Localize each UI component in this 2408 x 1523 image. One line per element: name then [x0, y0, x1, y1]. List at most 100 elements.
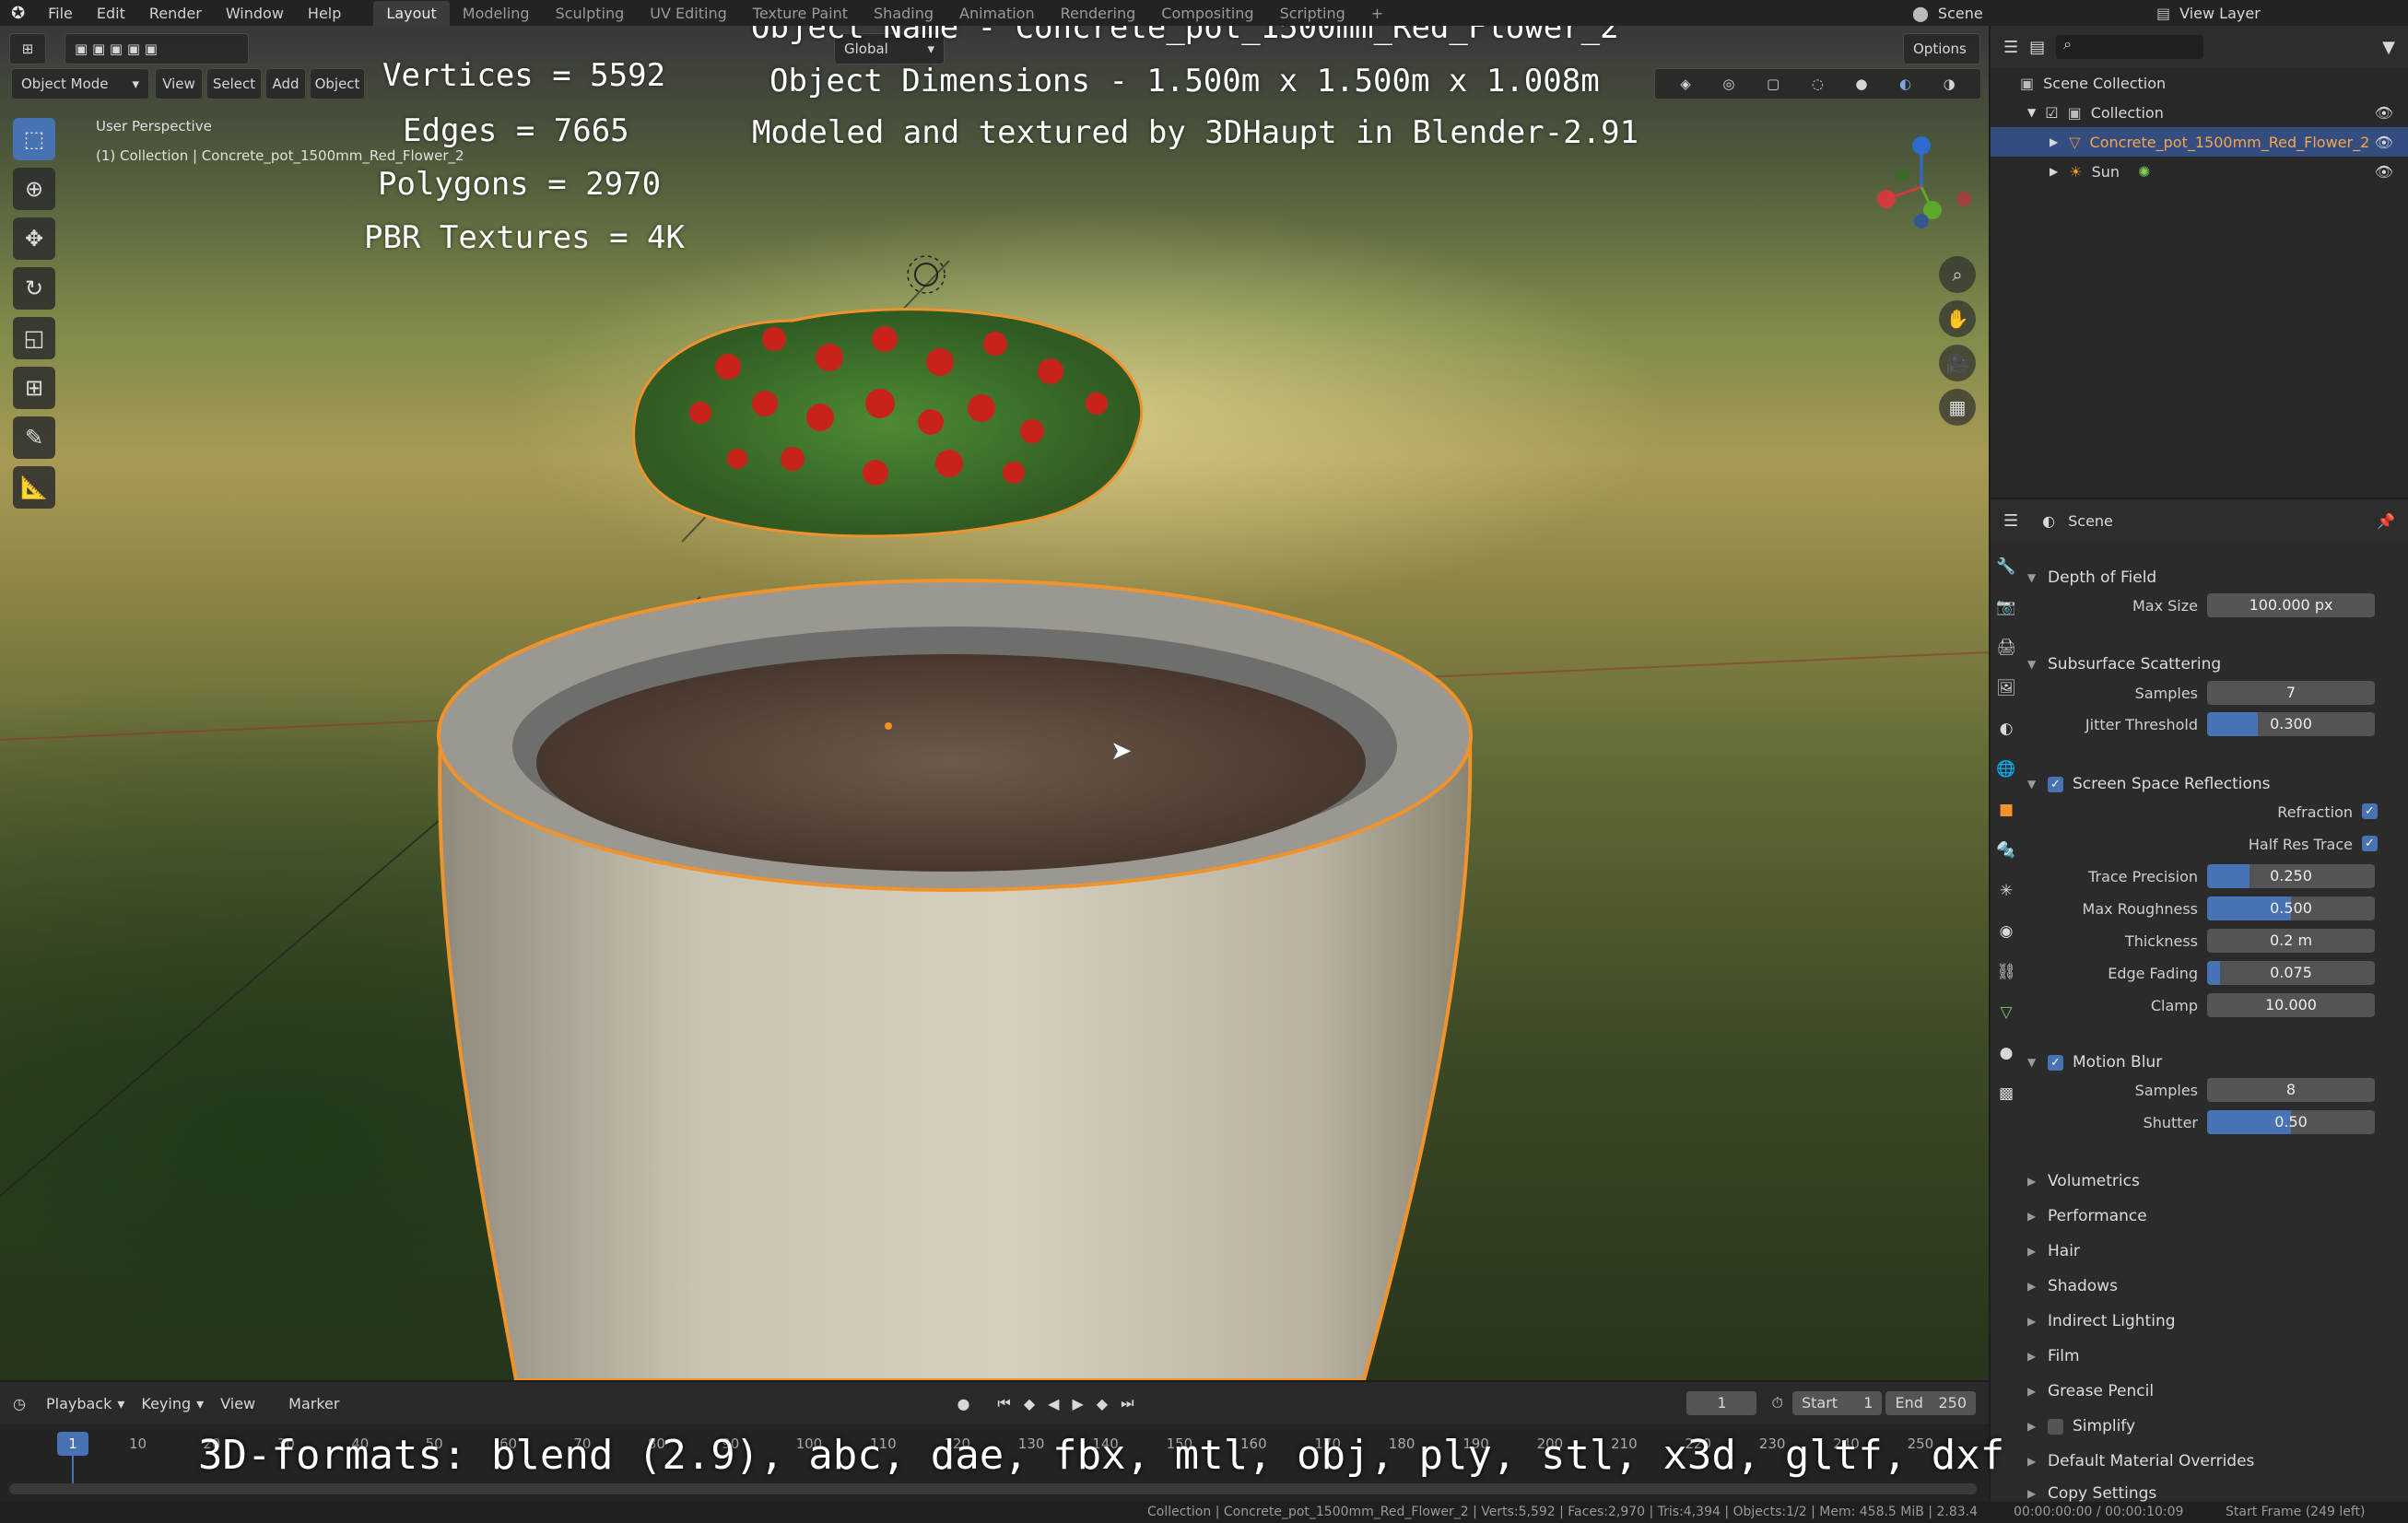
half-res-checkbox[interactable]: ✓: [2362, 836, 2378, 851]
playhead-indicator[interactable]: 1: [57, 1432, 88, 1456]
playback-menu[interactable]: Playback: [46, 1395, 112, 1412]
current-frame-field[interactable]: 1: [1686, 1391, 1757, 1415]
transform-tool-icon[interactable]: ⊞: [13, 367, 55, 409]
max-size-field[interactable]: 100.000 px: [2207, 593, 2375, 617]
mb-samples-field[interactable]: 8: [2207, 1078, 2375, 1102]
object-menu[interactable]: Object: [310, 68, 365, 100]
select-menu[interactable]: Select: [206, 68, 262, 100]
outliner-scene-collection[interactable]: ▣ Scene Collection: [1991, 68, 2408, 98]
zoom-icon[interactable]: ⌕: [1939, 256, 1976, 293]
menu-render[interactable]: Render: [137, 5, 214, 22]
section-shadows[interactable]: ▶ Shadows: [2027, 1271, 2396, 1302]
display-mode-icon[interactable]: ▤: [2029, 38, 2045, 57]
filter-icon[interactable]: ▼: [2382, 38, 2395, 57]
rotate-tool-icon[interactable]: ↻: [13, 267, 55, 310]
eye-icon[interactable]: 👁: [2375, 134, 2393, 151]
select-tool-icon[interactable]: ⬚: [13, 118, 55, 160]
section-material-overrides[interactable]: ▶ Default Material Overrides: [2027, 1446, 2396, 1477]
record-icon[interactable]: ●: [957, 1395, 969, 1412]
cursor-tool-icon[interactable]: ⊕: [13, 168, 55, 210]
eye-icon[interactable]: 👁: [2375, 163, 2393, 181]
scene-selector[interactable]: ⬤ Scene: [1912, 0, 1983, 26]
view-layer-selector[interactable]: ▤ View Layer: [2156, 0, 2261, 26]
thickness-field[interactable]: 0.2 m: [2207, 929, 2375, 953]
timeline-scrollbar[interactable]: [9, 1483, 1977, 1494]
outliner-collection[interactable]: ▼ ☑ ▣ Collection 👁: [1991, 98, 2408, 127]
outliner-search-input[interactable]: ⌕: [2056, 35, 2204, 59]
ortho-grid-icon[interactable]: ▦: [1939, 389, 1976, 426]
section-subsurface-scattering[interactable]: ▼ Subsurface Scattering: [2027, 649, 2396, 680]
scale-tool-icon[interactable]: ◱: [13, 317, 55, 359]
stopwatch-icon[interactable]: ⏱: [1771, 1394, 1782, 1412]
prev-keyframe-icon[interactable]: ◆: [1024, 1395, 1035, 1412]
section-volumetrics[interactable]: ▶ Volumetrics: [2027, 1166, 2396, 1197]
tab-scripting[interactable]: Scripting: [1267, 1, 1358, 26]
axis-gizmo[interactable]: [1866, 118, 1977, 256]
outliner-item-pot[interactable]: ▶ ▽ Concrete_pot_1500mm_Red_Flower_2 👁: [1991, 127, 2408, 157]
pan-hand-icon[interactable]: ✋: [1939, 300, 1976, 337]
refraction-checkbox[interactable]: ✓: [2362, 803, 2378, 819]
section-performance[interactable]: ▶ Performance: [2027, 1201, 2396, 1232]
tab-layout[interactable]: Layout: [373, 0, 450, 26]
timeline-view-menu[interactable]: View: [220, 1395, 255, 1412]
jump-start-icon[interactable]: ⏮: [997, 1394, 1010, 1412]
editor-type-button[interactable]: ⊞: [9, 33, 46, 64]
tab-shading[interactable]: Shading: [861, 1, 946, 26]
options-dropdown[interactable]: Options: [1903, 33, 1980, 64]
menu-file[interactable]: File: [36, 5, 85, 22]
section-film[interactable]: ▶ Film: [2027, 1341, 2396, 1372]
section-motion-blur[interactable]: ▼ ✓ Motion Blur: [2027, 1047, 2396, 1078]
jump-end-icon[interactable]: ⏭: [1121, 1394, 1134, 1412]
tab-animation[interactable]: Animation: [946, 1, 1048, 26]
annotate-tool-icon[interactable]: ✎: [13, 416, 55, 459]
keying-menu[interactable]: Keying: [141, 1395, 191, 1412]
tab-texture-paint[interactable]: Texture Paint: [740, 1, 861, 26]
shading-buttons[interactable]: ◈ ◎ ▢ ◌ ● ◐ ◑: [1654, 68, 1981, 100]
next-keyframe-icon[interactable]: ◆: [1097, 1395, 1108, 1412]
trace-precision-slider[interactable]: 0.250: [2207, 864, 2375, 888]
section-indirect-lighting[interactable]: ▶ Indirect Lighting: [2027, 1306, 2396, 1337]
marker-menu[interactable]: Marker: [288, 1395, 339, 1412]
outliner-item-sun[interactable]: ▶ ☀ Sun ✺ 👁: [1991, 157, 2408, 186]
play-reverse-icon[interactable]: ◀: [1048, 1395, 1059, 1412]
blender-logo-icon[interactable]: ✪: [0, 4, 36, 23]
jitter-slider[interactable]: 0.300: [2207, 712, 2375, 736]
shutter-slider[interactable]: 0.50: [2207, 1110, 2375, 1134]
section-screen-space-reflections[interactable]: ▼ ✓ Screen Space Reflections: [2027, 768, 2396, 800]
tab-compositing[interactable]: Compositing: [1148, 1, 1266, 26]
edge-fading-slider[interactable]: 0.075: [2207, 961, 2375, 985]
outliner-editor-icon[interactable]: ☰: [2003, 38, 2018, 57]
eye-icon[interactable]: 👁: [2375, 104, 2393, 122]
section-grease-pencil[interactable]: ▶ Grease Pencil: [2027, 1376, 2396, 1407]
timeline-editor-icon[interactable]: ◷: [13, 1395, 26, 1412]
section-depth-of-field[interactable]: ▼ Depth of Field: [2027, 562, 2396, 593]
tab-modeling[interactable]: Modeling: [450, 1, 543, 26]
camera-icon[interactable]: 🎥: [1939, 345, 1976, 381]
start-frame-field[interactable]: Start 1: [1791, 1391, 1883, 1415]
ssr-checkbox[interactable]: ✓: [2048, 776, 2063, 792]
checkbox-icon[interactable]: ☑: [2045, 104, 2058, 122]
view-menu[interactable]: View: [155, 68, 203, 100]
menu-edit[interactable]: Edit: [85, 5, 137, 22]
tab-uv-editing[interactable]: UV Editing: [637, 1, 739, 26]
add-menu[interactable]: Add: [265, 68, 306, 100]
menu-window[interactable]: Window: [214, 5, 296, 22]
menu-help[interactable]: Help: [296, 5, 353, 22]
motion-blur-checkbox[interactable]: ✓: [2048, 1054, 2063, 1071]
play-icon[interactable]: ▶: [1072, 1395, 1083, 1412]
section-hair[interactable]: ▶ Hair: [2027, 1236, 2396, 1267]
select-mode-group[interactable]: ▣ ▣ ▣ ▣ ▣: [65, 33, 249, 64]
simplify-checkbox[interactable]: [2048, 1418, 2063, 1435]
clamp-field[interactable]: 10.000: [2207, 993, 2375, 1017]
mode-dropdown[interactable]: Object Mode ▾: [11, 68, 149, 100]
move-tool-icon[interactable]: ✥: [13, 217, 55, 260]
measure-tool-icon[interactable]: 📐: [13, 466, 55, 509]
3d-viewport[interactable]: ⊞ ▣ ▣ ▣ ▣ ▣ Object Mode ▾ View Select Ad…: [0, 26, 1989, 1380]
tab-rendering[interactable]: Rendering: [1048, 1, 1149, 26]
end-frame-field[interactable]: End 250: [1885, 1391, 1977, 1415]
add-workspace-icon[interactable]: +: [1358, 1, 1396, 26]
sss-samples-field[interactable]: 7: [2207, 681, 2375, 705]
section-simplify[interactable]: ▶ Simplify: [2027, 1411, 2396, 1442]
tab-sculpting[interactable]: Sculpting: [543, 1, 638, 26]
max-roughness-slider[interactable]: 0.500: [2207, 896, 2375, 920]
